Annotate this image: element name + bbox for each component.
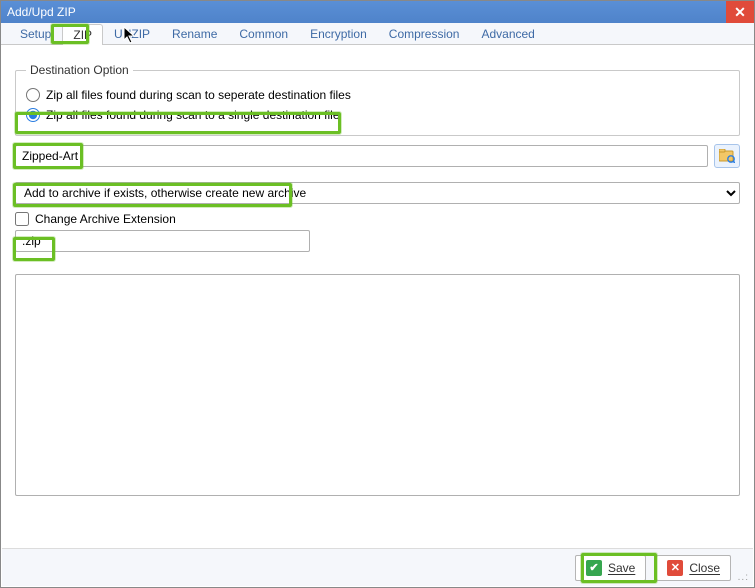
extension-input[interactable] [15, 230, 310, 252]
tab-advanced[interactable]: Advanced [470, 23, 545, 44]
destination-option-group: Destination Option Zip all files found d… [15, 63, 740, 136]
window-close-button[interactable]: ✕ [726, 1, 754, 23]
close-icon: ✕ [734, 4, 746, 21]
destination-legend: Destination Option [26, 63, 133, 77]
radio-row-separate[interactable]: Zip all files found during scan to seper… [26, 85, 729, 105]
tab-encryption[interactable]: Encryption [299, 23, 378, 44]
dialog-footer: ✔ Save ✕ Close ..: [2, 548, 753, 586]
tab-setup[interactable]: Setup [9, 23, 62, 44]
tab-strip: Setup ZIP UNZIP Rename Common Encryption… [1, 23, 754, 45]
archive-mode-select[interactable]: Add to archive if exists, otherwise crea… [15, 182, 740, 204]
check-icon: ✔ [586, 560, 602, 576]
resize-grip-icon: ..: [738, 572, 749, 583]
archive-name-input[interactable] [15, 145, 708, 167]
change-extension-row: Change Archive Extension [15, 212, 740, 226]
title-bar: Add/Upd ZIP ✕ [1, 1, 754, 23]
browse-button[interactable] [714, 144, 740, 168]
radio-row-single[interactable]: Zip all files found during scan to a sin… [26, 105, 729, 125]
tab-content-zip: Destination Option Zip all files found d… [1, 45, 754, 549]
radio-single-label[interactable]: Zip all files found during scan to a sin… [46, 108, 340, 122]
change-extension-checkbox[interactable] [15, 212, 29, 226]
radio-separate-label[interactable]: Zip all files found during scan to seper… [46, 88, 351, 102]
archive-name-row [15, 144, 740, 168]
result-list-box[interactable] [15, 274, 740, 496]
radio-single[interactable] [26, 108, 40, 122]
window-title: Add/Upd ZIP [7, 5, 76, 19]
tab-zip[interactable]: ZIP [62, 24, 103, 45]
save-button[interactable]: ✔ Save [575, 555, 646, 581]
tab-common[interactable]: Common [228, 23, 299, 44]
tab-rename[interactable]: Rename [161, 23, 228, 44]
tab-compression[interactable]: Compression [378, 23, 471, 44]
save-button-label: Save [608, 561, 635, 575]
close-button[interactable]: ✕ Close [656, 555, 731, 581]
change-extension-label[interactable]: Change Archive Extension [35, 212, 176, 226]
x-icon: ✕ [667, 560, 683, 576]
close-button-label: Close [689, 561, 720, 575]
browse-folder-icon [719, 149, 735, 163]
tab-unzip[interactable]: UNZIP [103, 23, 161, 44]
radio-separate[interactable] [26, 88, 40, 102]
